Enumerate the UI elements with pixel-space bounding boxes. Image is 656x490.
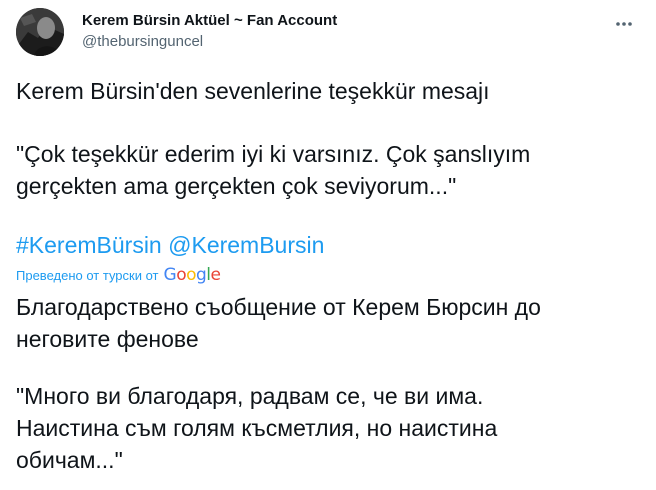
google-logo[interactable]: Google xyxy=(164,265,221,285)
tweet-text-line: Kerem Bürsin'den sevenlerine teşekkür me… xyxy=(16,78,490,104)
more-options-button[interactable] xyxy=(612,12,636,36)
author-handle[interactable]: @thebursinguncel xyxy=(82,33,203,50)
tweet-text-line: "Çok teşekkür ederim iyi ki varsınız. Ço… xyxy=(16,141,531,167)
translated-text-line: обичам..." xyxy=(16,447,123,473)
translation-label: Преведено от турски от xyxy=(16,268,159,283)
translated-text-line: Благодарствено съобщение от Керем Бюрсин… xyxy=(16,294,541,320)
avatar[interactable] xyxy=(16,8,64,56)
author-name[interactable]: Kerem Bürsin Aktüel ~ Fan Account xyxy=(82,12,337,29)
google-logo-letter: g xyxy=(196,265,207,285)
google-logo-letter: o xyxy=(176,265,187,285)
translation-attribution: Преведено от турски от Google xyxy=(16,265,221,285)
google-logo-letter: e xyxy=(210,265,221,285)
more-horizontal-icon xyxy=(616,22,632,26)
translated-text-line: "Много ви благодаря, радвам се, че ви им… xyxy=(16,383,484,409)
tweet-tags: #KeremBürsin @KeremBursin xyxy=(16,229,324,261)
translated-text-line: Наистина съм голям късметлия, но наистин… xyxy=(16,415,498,441)
hashtag-link[interactable]: #KeremBürsin xyxy=(16,232,162,258)
tweet-text-line: gerçekten ama gerçekten çok seviyorum...… xyxy=(16,173,457,199)
tweet-header: Kerem Bürsin Aktüel ~ Fan Account @thebu… xyxy=(16,8,640,64)
tweet-card: Kerem Bürsin Aktüel ~ Fan Account @thebu… xyxy=(0,0,656,490)
translated-text-line: неговите фенове xyxy=(16,326,199,352)
mention-link[interactable]: @KeremBursin xyxy=(168,232,324,258)
google-logo-letter: G xyxy=(163,265,177,285)
google-logo-letter: o xyxy=(186,265,196,285)
